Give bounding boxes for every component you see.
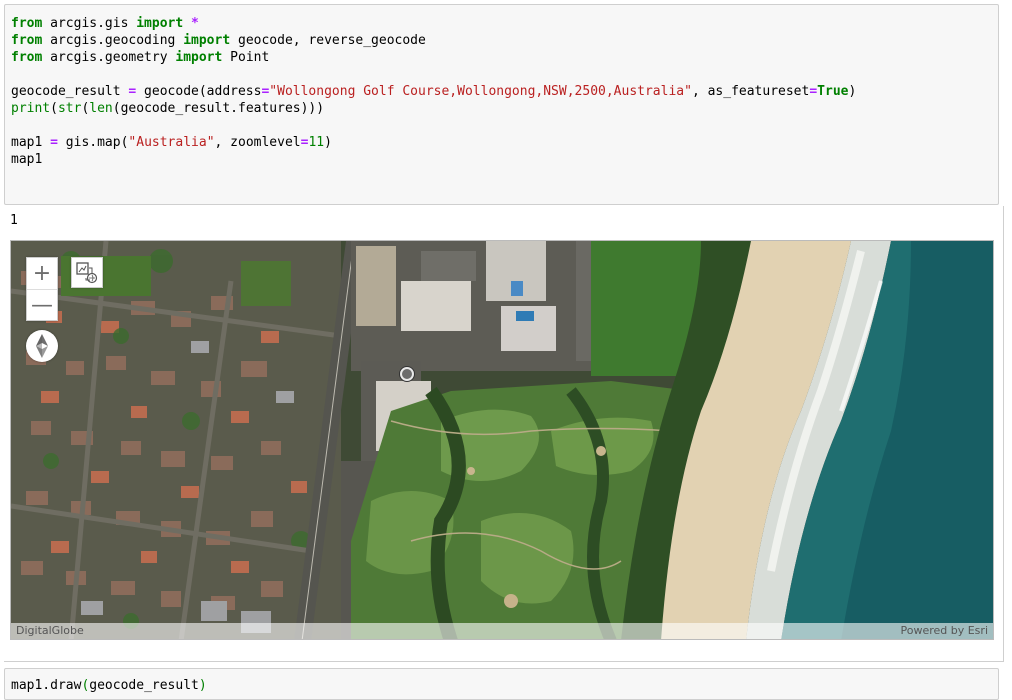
- output-text: 1: [10, 213, 18, 228]
- code-token: str: [57, 101, 82, 116]
- code-token: arcgis.gis: [42, 16, 137, 31]
- code-token: from: [11, 33, 43, 48]
- code-token: map1: [11, 152, 43, 167]
- code-token: ): [324, 135, 332, 150]
- code-line[interactable]: map1.draw(geocode_result): [11, 677, 992, 694]
- code-token: import: [136, 16, 184, 31]
- powered-by-esri[interactable]: Powered by Esri: [900, 623, 988, 639]
- compass-button[interactable]: [26, 330, 58, 362]
- code-line[interactable]: from arcgis.geometry import Point: [11, 49, 992, 66]
- code-cell-input-2[interactable]: map1.draw(geocode_result): [4, 668, 999, 700]
- code-token: , zoomlevel: [214, 135, 301, 150]
- code-token: , as_featureset: [691, 84, 810, 99]
- code-token: geocode(address: [136, 84, 262, 99]
- zoom-control: + —: [26, 257, 58, 321]
- location-marker-icon[interactable]: [400, 367, 414, 381]
- zoom-in-button[interactable]: +: [27, 258, 57, 289]
- code-token: arcgis.geometry: [42, 50, 176, 65]
- code-token: gis.map(: [57, 135, 129, 150]
- code-token: from: [11, 16, 43, 31]
- map-widget[interactable]: + — DigitalGlobe Powered by Esri: [10, 240, 994, 640]
- code-token: from: [11, 50, 43, 65]
- compass-icon: [36, 334, 48, 358]
- code-token: (: [50, 101, 58, 116]
- code-token: map1.draw: [11, 678, 82, 693]
- minus-icon: —: [31, 292, 53, 318]
- code-token: geocode_result: [89, 678, 199, 693]
- code-token: ): [848, 84, 857, 99]
- code-cell-input[interactable]: from arcgis.gis import * from arcgis.geoc…: [4, 4, 999, 205]
- code-token: =: [809, 84, 818, 99]
- code-line[interactable]: map1 = gis.map("Australia", zoomlevel=11…: [11, 134, 992, 151]
- code-line[interactable]: [11, 117, 992, 134]
- code-token: (geocode_result.features))): [112, 101, 325, 116]
- code-token: import: [175, 50, 223, 65]
- 2d-3d-switch-button[interactable]: [71, 257, 103, 288]
- code-token: Point: [222, 50, 270, 65]
- code-editor[interactable]: from arcgis.gis import * from arcgis.geoc…: [11, 15, 992, 168]
- code-line[interactable]: geocode_result = geocode(address="Wollon…: [11, 83, 992, 100]
- code-line[interactable]: print(str(len(geocode_result.features))): [11, 100, 992, 117]
- code-token: import: [183, 33, 231, 48]
- code-line[interactable]: from arcgis.geocoding import geocode, re…: [11, 32, 992, 49]
- code-token: 11: [308, 135, 325, 150]
- code-token: =: [50, 135, 58, 150]
- zoom-out-button[interactable]: —: [27, 289, 57, 320]
- code-token: True: [817, 84, 849, 99]
- code-token: arcgis.geocoding: [42, 33, 184, 48]
- code-line[interactable]: from arcgis.gis import *: [11, 15, 992, 32]
- code-editor-2[interactable]: map1.draw(geocode_result): [11, 677, 992, 694]
- code-token: "Wollongong Golf Course,Wollongong,NSW,2…: [269, 84, 692, 99]
- code-token: geocode, reverse_geocode: [230, 33, 426, 48]
- code-line[interactable]: [11, 66, 992, 83]
- code-token: print: [11, 101, 51, 116]
- map-attribution: DigitalGlobe Powered by Esri: [11, 623, 993, 639]
- satellite-imagery[interactable]: [11, 241, 994, 640]
- code-token: ): [198, 678, 207, 693]
- code-token: *: [191, 16, 199, 31]
- code-token: "Australia": [128, 135, 215, 150]
- 2d-3d-switch-icon: [76, 261, 98, 283]
- residential-area: [11, 241, 342, 639]
- code-token: geocode_result: [11, 84, 129, 99]
- code-token: map1: [11, 135, 51, 150]
- attribution-source: DigitalGlobe: [16, 624, 84, 637]
- plus-icon: +: [32, 261, 52, 286]
- code-token: len: [89, 101, 113, 116]
- code-line[interactable]: map1: [11, 151, 992, 168]
